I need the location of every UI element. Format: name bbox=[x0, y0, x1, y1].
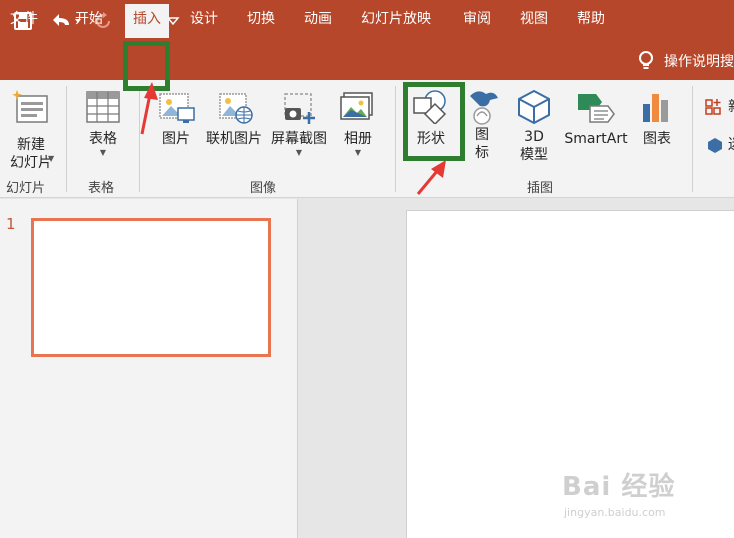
icons-label-1: 图 bbox=[475, 127, 489, 143]
addins-store-button[interactable]: 新 bbox=[704, 98, 734, 116]
lightbulb-icon bbox=[639, 51, 653, 69]
group-tables-label: 表格 bbox=[88, 181, 115, 196]
new-slide-label-1: 新建 bbox=[17, 137, 45, 153]
new-slide-caret: ▼ bbox=[48, 154, 55, 163]
3d-models-button[interactable]: 3D 模型 bbox=[512, 88, 556, 164]
online-picture-icon bbox=[219, 93, 253, 124]
tab-home[interactable]: 开始 bbox=[75, 0, 103, 38]
watermark-logo: Bai 经验 jingyan.baidu.com bbox=[562, 460, 732, 530]
ribbon-tab-bar bbox=[0, 42, 734, 80]
tab-slideshow[interactable]: 幻灯片放映 bbox=[361, 0, 431, 38]
icons-icon bbox=[470, 91, 498, 125]
tab-transitions[interactable]: 切换 bbox=[247, 0, 275, 38]
watermark-url: jingyan.baidu.com bbox=[564, 506, 666, 519]
slide-thumbnail-pane[interactable]: 1 bbox=[0, 199, 298, 538]
screenshot-caret: ▼ bbox=[295, 148, 303, 157]
photo-album-icon bbox=[340, 92, 373, 120]
group-separator bbox=[692, 86, 693, 192]
tell-me-search[interactable]: 操作说明搜 bbox=[638, 42, 734, 80]
smartart-label: SmartArt bbox=[564, 131, 628, 147]
table-caret: ▼ bbox=[99, 148, 107, 157]
arrow-to-insert-icon bbox=[140, 82, 158, 135]
chart-label: 图表 bbox=[643, 131, 671, 147]
tab-design[interactable]: 设计 bbox=[190, 0, 218, 38]
table-button[interactable]: 表格 ▼ bbox=[80, 90, 126, 158]
new-slide-icon bbox=[12, 90, 48, 123]
cube-icon bbox=[518, 89, 550, 125]
group-separator bbox=[66, 86, 67, 192]
tab-view[interactable]: 视图 bbox=[520, 0, 548, 38]
smartart-button[interactable]: SmartArt bbox=[560, 90, 632, 148]
chart-button[interactable]: 图表 bbox=[636, 90, 678, 148]
tab-insert[interactable]: 插入 bbox=[125, 4, 169, 38]
tab-file[interactable]: 文件 bbox=[10, 0, 38, 38]
group-slides-label: 幻灯片 bbox=[6, 181, 46, 196]
photo-album-label: 相册 bbox=[344, 131, 372, 147]
3d-models-label-2: 模型 bbox=[520, 147, 548, 163]
watermark-text: Bai 经验 bbox=[562, 472, 676, 502]
3d-models-label-1: 3D bbox=[524, 129, 544, 145]
online-picture-button[interactable]: 联机图片 bbox=[202, 90, 266, 148]
shapes-highlight bbox=[403, 82, 465, 161]
bar-chart-icon bbox=[643, 94, 668, 122]
slide-number: 1 bbox=[6, 215, 16, 233]
screenshot-icon bbox=[284, 93, 315, 124]
smartart-icon bbox=[578, 94, 615, 123]
slide-thumbnail[interactable] bbox=[31, 218, 271, 357]
new-slide-label-2: 幻灯片 bbox=[10, 155, 52, 171]
ribbon-insert: 新建 幻灯片 ▼ 幻灯片 表格 ▼ 表格 图片 联机图片 屏幕截图 ▼ 相册 ▼… bbox=[0, 80, 734, 198]
screenshot-button[interactable]: 屏幕截图 ▼ bbox=[266, 90, 332, 158]
photo-album-button[interactable]: 相册 ▼ bbox=[336, 90, 380, 158]
tab-review[interactable]: 审阅 bbox=[463, 0, 491, 38]
online-picture-label: 联机图片 bbox=[206, 131, 262, 147]
icons-button[interactable]: 图 标 bbox=[464, 86, 500, 162]
tell-me-label: 操作说明搜 bbox=[664, 54, 734, 70]
store-icon bbox=[705, 99, 721, 115]
my-addins-button[interactable]: 迷 bbox=[706, 136, 734, 154]
icons-label-2: 标 bbox=[475, 145, 489, 161]
group-separator bbox=[395, 86, 396, 192]
picture-button[interactable]: 图片 bbox=[154, 90, 198, 148]
screenshot-label: 屏幕截图 bbox=[271, 131, 327, 147]
group-images-label: 图像 bbox=[250, 181, 277, 196]
arrow-to-shapes-icon bbox=[416, 160, 446, 195]
photo-album-caret: ▼ bbox=[354, 148, 362, 157]
picture-icon bbox=[159, 93, 195, 123]
cube-small-icon bbox=[708, 138, 722, 153]
tab-animations[interactable]: 动画 bbox=[304, 0, 332, 38]
group-illustrations-label: 插图 bbox=[527, 181, 554, 196]
table-icon bbox=[86, 91, 120, 123]
addins-label-1: 新 bbox=[728, 98, 734, 116]
addins-label-2: 迷 bbox=[728, 136, 734, 154]
table-label: 表格 bbox=[89, 131, 117, 147]
picture-label: 图片 bbox=[162, 131, 190, 147]
tab-help[interactable]: 帮助 bbox=[577, 0, 605, 38]
